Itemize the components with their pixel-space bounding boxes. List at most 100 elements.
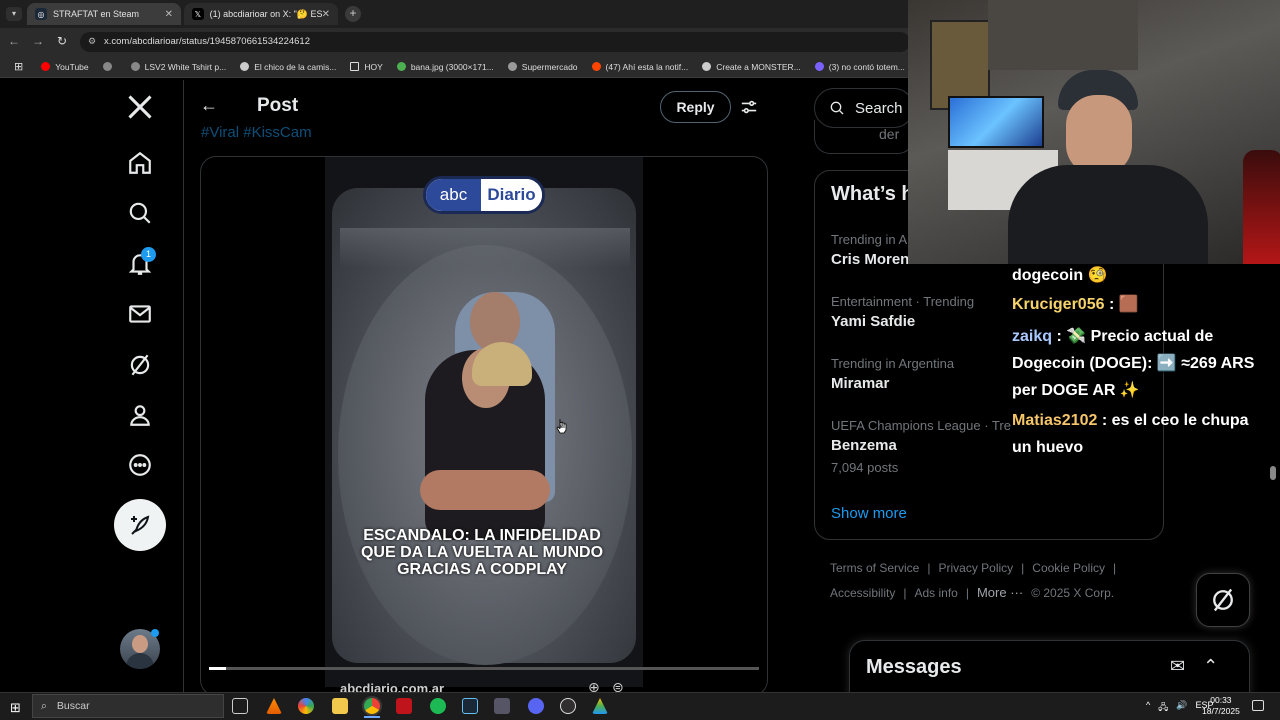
grok-icon[interactable]: [122, 347, 158, 383]
trend-category: UEFA Champions League · Tre: [831, 418, 1011, 433]
footer-separator: |: [965, 585, 969, 600]
taskbar-search-placeholder: Buscar: [56, 700, 90, 712]
close-icon[interactable]: ✕: [165, 9, 173, 20]
taskbar-search-input[interactable]: ⌕ Buscar: [32, 694, 224, 718]
notification-badge: 1: [141, 247, 156, 262]
messages-actions: ✉ ⌃: [1170, 656, 1218, 677]
apps-grid-icon[interactable]: ⊞: [8, 60, 33, 73]
show-more-link[interactable]: Show more: [831, 505, 907, 522]
chat-line: Kruciger056 : 🟫: [1012, 291, 1139, 318]
tab-label: (1) abcdiarioar on X: "🤔 ESCÁ: [209, 8, 322, 19]
chat-text: : es el ceo le chupa: [1097, 412, 1249, 429]
copilot-icon[interactable]: [298, 698, 314, 714]
trend-item[interactable]: Yami Safdie: [831, 313, 915, 330]
bookmark-hoy[interactable]: HOY: [344, 62, 388, 72]
bookmark-label: (3) no contó totem...: [828, 61, 905, 72]
bookmark-lsv2[interactable]: LSV2 White Tshirt p...: [125, 62, 233, 72]
sliders-icon[interactable]: [740, 98, 758, 116]
home-icon[interactable]: [122, 145, 158, 181]
x-logo-icon: 𝕏: [192, 8, 204, 20]
more-menu-link[interactable]: More ···: [977, 585, 1023, 600]
messages-title: Messages: [866, 656, 962, 678]
chevron-up-icon[interactable]: ^: [1146, 700, 1150, 716]
messages-mail-icon[interactable]: [122, 296, 158, 332]
reload-icon[interactable]: ↻: [54, 34, 70, 48]
chrome-icon[interactable]: [364, 698, 380, 714]
notifications-center-icon[interactable]: [1252, 700, 1264, 711]
video-progress-track[interactable]: [209, 667, 759, 670]
page-scrollbar-thumb[interactable]: [1270, 466, 1276, 480]
bookmark-bana[interactable]: bana.jpg (3000×171...: [391, 62, 500, 72]
trend-category: Trending in Argentina: [831, 356, 955, 371]
new-message-icon[interactable]: ✉: [1170, 656, 1185, 677]
volume-icon[interactable]: 🔊: [1176, 700, 1187, 716]
cookie-link[interactable]: Cookie Policy: [1032, 561, 1105, 575]
new-tab-button[interactable]: +: [345, 6, 361, 22]
steam-icon: ◎: [35, 8, 47, 20]
tab-search-icon[interactable]: ▾: [6, 7, 22, 21]
tab-x-post[interactable]: 𝕏 (1) abcdiarioar on X: "🤔 ESCÁ ✕: [184, 3, 338, 25]
obs-icon[interactable]: [560, 698, 576, 714]
trend-item[interactable]: Miramar: [831, 375, 889, 392]
chat-line: dogecoin 🧐: [1012, 262, 1107, 289]
bookmark-reddit[interactable]: (47) Ahí esta la notif...: [586, 62, 695, 72]
bookmark-supermercado[interactable]: Supermercado: [502, 62, 584, 72]
bookmark-globe[interactable]: [97, 62, 123, 71]
chevron-up-icon[interactable]: ⌃: [1203, 656, 1218, 677]
chat-text: un huevo: [1012, 439, 1084, 456]
trend-item[interactable]: Benzema: [831, 437, 897, 454]
bookmark-label: HOY: [364, 61, 383, 72]
chat-text: dogecoin 🧐: [1012, 267, 1108, 284]
active-app-indicator: [364, 716, 380, 718]
url-input[interactable]: x.com/abcdiarioar/status/194587066153422…: [80, 32, 910, 52]
app-icon[interactable]: [494, 698, 510, 714]
bookmark-label: Create a MONSTER...: [716, 61, 801, 72]
terms-link[interactable]: Terms of Service: [830, 561, 919, 575]
network-icon[interactable]: 🖧: [1158, 700, 1168, 716]
reply-button[interactable]: Reply: [660, 91, 731, 123]
file-explorer-icon[interactable]: [332, 698, 348, 714]
grok-floating-button[interactable]: [1196, 573, 1250, 627]
spotify-icon[interactable]: [430, 698, 446, 714]
bookmark-label: (47) Ahí esta la notif...: [605, 61, 689, 72]
steam-icon[interactable]: [462, 698, 478, 714]
webcam-bottle: [1243, 150, 1280, 264]
back-arrow-icon[interactable]: ←: [200, 95, 218, 116]
chat-line: un huevo: [1012, 434, 1083, 461]
bookmark-label: YouTube: [55, 61, 89, 72]
elgato-icon[interactable]: [396, 698, 412, 714]
accessibility-link[interactable]: Accessibility: [830, 586, 895, 600]
trend-item[interactable]: Cris Moren: [831, 251, 909, 268]
prev-card-text: der: [879, 126, 900, 142]
forward-arrow-icon[interactable]: →: [30, 34, 46, 48]
chat-text: per DOGE AR ✨: [1012, 382, 1140, 399]
video-progress-fill: [209, 667, 226, 670]
post-hashtags[interactable]: #Viral #KissCam: [201, 124, 312, 141]
bookmark-totem[interactable]: (3) no contó totem...: [809, 62, 911, 72]
taskbar-clock[interactable]: 00:33 18/7/2025: [1202, 695, 1240, 717]
discord-icon[interactable]: [528, 698, 544, 714]
chat-username: Kruciger056: [1012, 296, 1105, 313]
task-view-icon[interactable]: [232, 698, 248, 714]
bookmark-monster[interactable]: Create a MONSTER...: [696, 62, 807, 72]
tab-straftat[interactable]: ◎ STRAFTAT en Steam ✕: [27, 3, 181, 25]
webcam-face: [1066, 95, 1132, 175]
chat-line: zaikq : 💸 Precio actual de: [1012, 323, 1213, 350]
x-logo-icon[interactable]: [122, 89, 158, 125]
bookmark-youtube[interactable]: YouTube: [35, 62, 94, 72]
footer-separator: |: [927, 561, 931, 575]
clock-date: 18/7/2025: [1202, 706, 1240, 716]
site-info-icon[interactable]: ⚙: [88, 36, 98, 46]
back-arrow-icon[interactable]: ←: [6, 34, 22, 48]
privacy-link[interactable]: Privacy Policy: [938, 561, 1013, 575]
windows-start-icon[interactable]: ⊞: [10, 700, 21, 716]
bookmark-chico[interactable]: El chico de la camis...: [234, 62, 342, 72]
profile-person-icon[interactable]: [122, 397, 158, 433]
close-icon[interactable]: ✕: [322, 9, 330, 20]
compose-post-button[interactable]: [114, 499, 166, 551]
explore-search-icon[interactable]: [122, 195, 158, 231]
ads-info-link[interactable]: Ads info: [914, 586, 957, 600]
more-circle-icon[interactable]: [122, 447, 158, 483]
chat-text: : 🟫: [1104, 296, 1139, 313]
logo-abc-text: abc: [426, 179, 481, 211]
